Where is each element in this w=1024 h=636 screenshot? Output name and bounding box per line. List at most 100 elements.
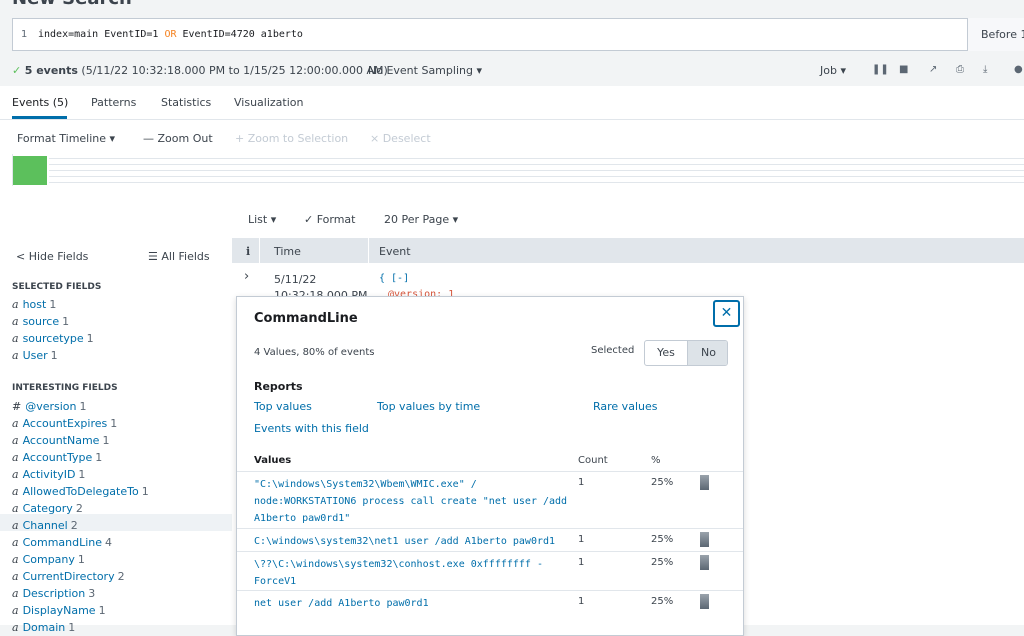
selected-fields-header: SELECTED FIELDS	[12, 282, 102, 292]
field-count: 1	[110, 417, 118, 430]
field-item-description[interactable]: a Description 3	[12, 587, 95, 600]
field-item-commandline[interactable]: a CommandLine 4	[12, 536, 112, 549]
export-icon[interactable]: ⤓	[983, 64, 987, 75]
line-number: 1	[21, 29, 28, 40]
field-count: 1	[68, 621, 76, 634]
field-count: 1	[98, 604, 106, 617]
deselect-button[interactable]: × Deselect	[370, 132, 431, 145]
interesting-fields-header: INTERESTING FIELDS	[12, 383, 118, 393]
time-column-header[interactable]: Time	[274, 245, 301, 258]
time-range-picker[interactable]: Before 1/15/25	[967, 18, 1024, 51]
field-item-company[interactable]: a Company 1	[12, 553, 85, 566]
job-menu[interactable]: Job ▾	[820, 64, 846, 77]
field-item-accountname[interactable]: a AccountName 1	[12, 434, 109, 447]
field-count: 4	[105, 536, 113, 549]
select-yes-button[interactable]: Yes	[645, 341, 687, 365]
value-bar	[700, 475, 709, 490]
field-type-icon: a	[12, 349, 19, 362]
tab-events[interactable]: Events (5)	[12, 96, 68, 109]
field-name: host	[22, 298, 47, 311]
field-name: Company	[22, 553, 75, 566]
top-values-link[interactable]: Top values	[254, 400, 312, 413]
percent-column-header: %	[651, 455, 661, 466]
pause-icon[interactable]: ❚❚	[872, 64, 889, 75]
field-type-icon: a	[12, 417, 19, 430]
field-name: source	[22, 315, 60, 328]
tab-statistics[interactable]: Statistics	[161, 96, 211, 109]
format-button[interactable]: ✓ Format	[304, 213, 355, 226]
field-item-user[interactable]: a User 1	[12, 349, 58, 362]
field-type-icon: a	[12, 485, 19, 498]
close-icon[interactable]: ✕	[713, 300, 740, 327]
field-item-channel[interactable]: a Channel 2	[12, 519, 78, 532]
field-item-allowedtodelegateto[interactable]: a AllowedToDelegateTo 1	[12, 485, 149, 498]
field-item-accountexpires[interactable]: a AccountExpires 1	[12, 417, 117, 430]
value-link[interactable]: net user /add A1berto paw0rd1	[254, 595, 429, 612]
search-query[interactable]: index=main EventID=1 OR EventID=4720 a1b…	[38, 29, 303, 40]
list-dropdown[interactable]: List ▾	[248, 213, 276, 226]
format-timeline-button[interactable]: Format Timeline ▾	[17, 132, 115, 145]
timeline-bar[interactable]	[13, 156, 47, 185]
field-item-sourcetype[interactable]: a sourcetype 1	[12, 332, 94, 345]
field-type-icon: a	[12, 604, 19, 617]
tab-visualization[interactable]: Visualization	[234, 96, 303, 109]
field-type-icon: a	[12, 502, 19, 515]
print-icon[interactable]: ⎙	[956, 64, 964, 75]
rare-values-link[interactable]: Rare values	[593, 400, 657, 413]
field-count: 2	[70, 519, 78, 532]
expand-event-icon[interactable]: ›	[244, 269, 249, 284]
field-name: CommandLine	[22, 536, 103, 549]
field-name: AllowedToDelegateTo	[22, 485, 139, 498]
search-bar[interactable]: 1 index=main EventID=1 OR EventID=4720 a…	[12, 18, 1024, 51]
value-percent: 25%	[651, 534, 674, 545]
value-link[interactable]: "C:\windows\System32\Wbem\WMIC.exe" / no…	[254, 476, 567, 527]
event-column-header[interactable]: Event	[379, 245, 411, 258]
event-sampling-dropdown[interactable]: No Event Sampling ▾	[368, 64, 482, 77]
zoom-to-selection-button[interactable]: + Zoom to Selection	[235, 132, 348, 145]
field-item-version[interactable]: # @version 1	[12, 400, 87, 413]
field-name: ActivityID	[22, 468, 76, 481]
per-page-dropdown[interactable]: 20 Per Page ▾	[384, 213, 458, 226]
field-name: @version	[25, 400, 77, 413]
timeline-chart[interactable]	[12, 154, 1024, 186]
field-count: 1	[102, 434, 110, 447]
events-with-field-link[interactable]: Events with this field	[254, 422, 369, 435]
field-name: CurrentDirectory	[22, 570, 115, 583]
all-fields-button[interactable]: ☰ All Fields	[148, 250, 210, 263]
reports-label: Reports	[254, 380, 303, 393]
event-count: 5 events	[24, 64, 78, 77]
field-item-activityid[interactable]: a ActivityID 1	[12, 468, 85, 481]
value-bar	[700, 555, 709, 570]
results-toolbar	[0, 198, 1024, 238]
field-item-domain[interactable]: a Domain 1	[12, 621, 75, 634]
field-item-source[interactable]: a source 1	[12, 315, 69, 328]
field-item-displayname[interactable]: a DisplayName 1	[12, 604, 106, 617]
top-values-by-time-link[interactable]: Top values by time	[377, 400, 480, 413]
field-type-icon: a	[12, 621, 19, 634]
value-link[interactable]: C:\windows\system32\net1 user /add A1ber…	[254, 533, 555, 550]
field-count: 1	[50, 349, 58, 362]
stop-icon[interactable]: ■	[899, 64, 908, 75]
value-percent: 25%	[651, 596, 674, 607]
field-name: Category	[22, 502, 73, 515]
field-item-currentdirectory[interactable]: a CurrentDirectory 2	[12, 570, 125, 583]
smart-mode-icon[interactable]: ●	[1014, 64, 1023, 75]
value-count: 1	[578, 596, 585, 607]
event-range: (5/11/22 10:32:18.000 PM to 1/15/25 12:0…	[77, 64, 388, 77]
field-count: 2	[117, 570, 125, 583]
share-icon[interactable]: ↗	[929, 64, 937, 75]
value-percent: 25%	[651, 477, 674, 488]
zoom-out-button[interactable]: — Zoom Out	[143, 132, 213, 145]
value-link[interactable]: \??\C:\windows\system32\conhost.exe 0xff…	[254, 556, 543, 590]
select-no-button[interactable]: No	[687, 341, 727, 365]
value-count: 1	[578, 534, 585, 545]
active-tab-indicator	[12, 116, 67, 119]
field-item-host[interactable]: a host 1	[12, 298, 56, 311]
field-count: 1	[95, 451, 103, 464]
field-item-category[interactable]: a Category 2	[12, 502, 83, 515]
tab-patterns[interactable]: Patterns	[91, 96, 136, 109]
hide-fields-button[interactable]: < Hide Fields	[16, 250, 88, 263]
event-json[interactable]: { [-]	[379, 273, 409, 284]
selected-toggle: Yes No	[644, 340, 728, 366]
field-item-accounttype[interactable]: a AccountType 1	[12, 451, 102, 464]
